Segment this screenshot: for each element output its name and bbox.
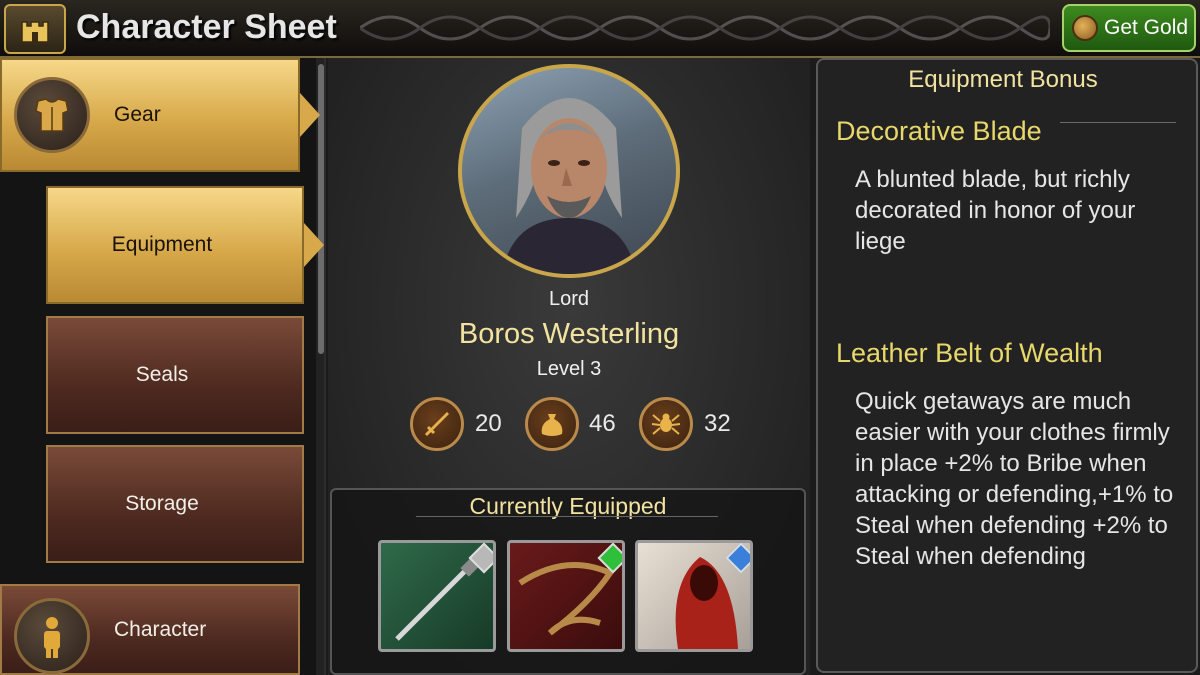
spider-icon bbox=[639, 397, 693, 451]
character-name: Boros Westerling bbox=[458, 318, 680, 350]
gold-coin-icon bbox=[1072, 15, 1098, 41]
character-portrait bbox=[458, 64, 680, 278]
sidebar-item-equipment[interactable]: Equipment bbox=[46, 186, 324, 304]
money-bag-icon bbox=[525, 397, 579, 451]
top-bar: Character Sheet Get Gold bbox=[0, 0, 1200, 58]
sidebar-item-label: Equipment bbox=[111, 233, 213, 256]
sidebar-item-gear[interactable]: Gear bbox=[0, 58, 320, 172]
equipped-slot-belt[interactable] bbox=[507, 540, 625, 652]
sword-icon bbox=[410, 397, 464, 451]
equipment-bonus-title: Equipment Bonus bbox=[908, 66, 1098, 93]
bonus-item-name: Leather Belt of Wealth bbox=[836, 338, 1103, 368]
get-gold-button[interactable]: Get Gold bbox=[1062, 4, 1196, 52]
get-gold-label: Get Gold bbox=[1104, 16, 1189, 39]
bonus-item-description: A blunted blade, but richly decorated in… bbox=[855, 166, 1136, 255]
person-icon bbox=[14, 598, 90, 675]
sidebar-item-label: Character bbox=[114, 617, 207, 641]
sidebar-item-seals[interactable]: Seals bbox=[46, 316, 304, 434]
celtic-knot-decoration bbox=[360, 15, 1050, 41]
character-rank: Lord bbox=[548, 288, 590, 310]
castle-menu-button[interactable] bbox=[4, 4, 66, 54]
castle-icon bbox=[21, 21, 49, 43]
sidebar-item-label: Gear bbox=[114, 103, 161, 126]
character-level: Level 3 bbox=[536, 358, 602, 380]
selected-arrow bbox=[304, 223, 324, 267]
bonus-item-description: Quick getaways are much easier with your… bbox=[855, 388, 1174, 570]
divider bbox=[1060, 122, 1176, 123]
sidebar-item-storage[interactable]: Storage bbox=[46, 445, 304, 563]
wealth-stat-value: 46 bbox=[589, 410, 616, 437]
selected-arrow bbox=[300, 93, 320, 137]
sidebar-item-label: Storage bbox=[125, 492, 199, 515]
attack-stat-value: 20 bbox=[475, 410, 502, 437]
equipped-slot-cloak[interactable] bbox=[635, 540, 753, 652]
intrigue-stat-value: 32 bbox=[704, 410, 731, 437]
page-title: Character Sheet bbox=[76, 8, 337, 46]
armor-icon bbox=[14, 77, 90, 153]
sidebar-item-label: Seals bbox=[135, 363, 189, 386]
equipped-slot-blade[interactable] bbox=[378, 540, 496, 652]
lord-portrait-image bbox=[502, 98, 636, 274]
bonus-item-name: Decorative Blade bbox=[836, 116, 1042, 146]
sidebar-item-character[interactable]: Character bbox=[0, 584, 300, 675]
divider bbox=[416, 516, 718, 517]
